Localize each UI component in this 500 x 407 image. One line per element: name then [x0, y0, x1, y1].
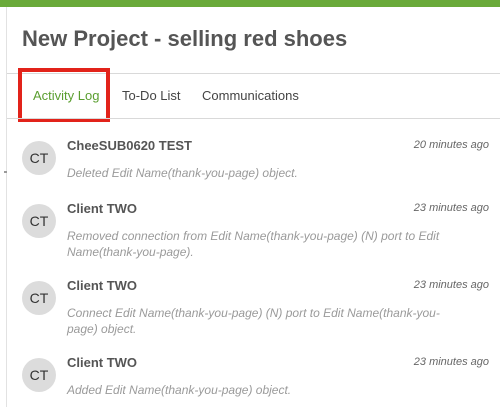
entry-description: Added Edit Name(thank-you-page) object.	[67, 383, 292, 397]
entry-user-name: Client TWO	[67, 355, 138, 370]
tab-communications[interactable]: Communications	[202, 88, 299, 103]
entry-timestamp: 23 minutes ago	[413, 202, 489, 214]
entry-timestamp: 23 minutes ago	[413, 356, 489, 368]
tab-activity-log[interactable]: Activity Log	[33, 88, 99, 103]
left-marker	[4, 171, 7, 173]
tabs-divider	[7, 118, 500, 119]
avatar: CT	[22, 358, 56, 392]
entry-timestamp: 20 minutes ago	[413, 139, 489, 151]
avatar: CT	[22, 141, 56, 175]
entry-user-name: CheeSUB0620 TEST	[67, 138, 192, 153]
avatar: CT	[22, 204, 56, 238]
project-page: New Project - selling red shoes Activity…	[0, 0, 500, 407]
entry-description: Deleted Edit Name(thank-you-page) object…	[67, 166, 298, 180]
left-border	[6, 7, 7, 407]
tab-to-do-list[interactable]: To-Do List	[122, 88, 181, 103]
entry-user-name: Client TWO	[67, 278, 138, 293]
page-title: New Project - selling red shoes	[22, 26, 348, 51]
entry-description: Connect Edit Name(thank-you-page) (N) po…	[67, 306, 440, 336]
entry-description: Removed connection from Edit Name(thank-…	[67, 229, 440, 259]
entry-user-name: Client TWO	[67, 201, 138, 216]
top-accent-bar	[0, 0, 500, 7]
avatar: CT	[22, 281, 56, 315]
entry-timestamp: 23 minutes ago	[413, 279, 489, 291]
